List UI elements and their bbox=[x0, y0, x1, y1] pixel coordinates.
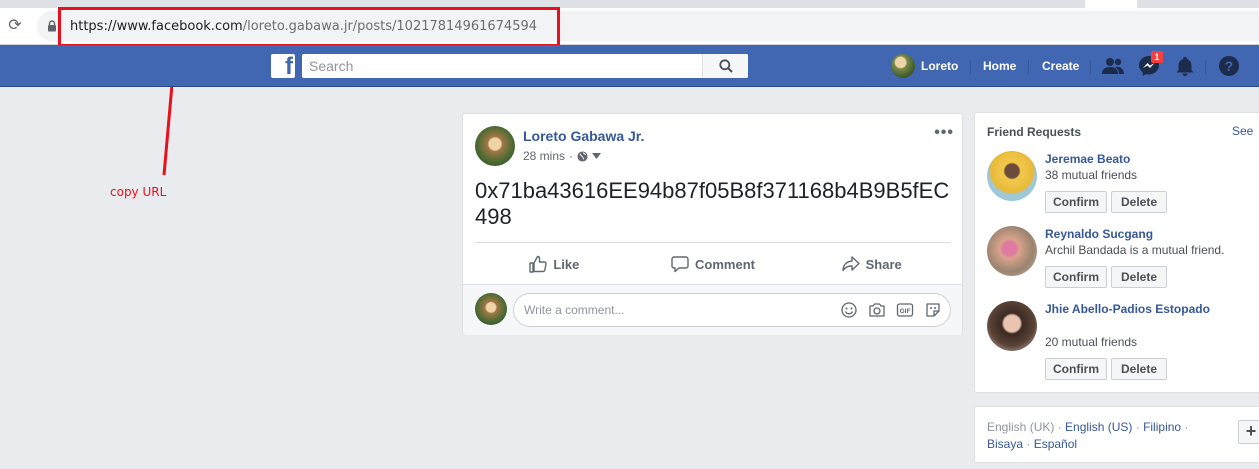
language-line-2: Bisaya · Español bbox=[987, 437, 1077, 451]
current-language: English (UK) bbox=[987, 420, 1055, 434]
comment-box: GIF bbox=[513, 293, 951, 327]
post-text: 0x71ba43616EE94b87f05B8f371168b4B9B5fEC4… bbox=[475, 178, 950, 229]
comment-composer: GIF bbox=[463, 284, 962, 335]
address-bar[interactable]: https://www.facebook.com/loreto.gabawa.j… bbox=[37, 7, 1259, 47]
friend-requests-title: Friend Requests bbox=[987, 125, 1082, 139]
like-button[interactable]: Like bbox=[475, 244, 634, 284]
active-tab[interactable] bbox=[1085, 0, 1137, 8]
language-link[interactable]: Bisaya bbox=[987, 437, 1023, 451]
meta-dot: · bbox=[569, 149, 574, 163]
camera-icon[interactable] bbox=[868, 300, 886, 320]
requester-name[interactable]: Jeremae Beato bbox=[1045, 151, 1255, 168]
browser-toolbar: ⟳ https://www.facebook.com/loreto.gabawa… bbox=[0, 7, 1259, 47]
comment-button[interactable]: Comment bbox=[634, 244, 793, 284]
friend-requests-panel: Friend Requests See Jeremae Beato 38 mut… bbox=[974, 112, 1259, 393]
copy-url-note: copy URL bbox=[110, 185, 167, 199]
lang-sep: · bbox=[1023, 437, 1034, 451]
language-panel: English (UK) · English (US) · Filipino ·… bbox=[974, 406, 1259, 463]
post-options-icon[interactable]: ••• bbox=[934, 124, 954, 142]
lang-sep: · bbox=[1054, 420, 1066, 434]
post-card: Loreto Gabawa Jr. 28 mins · ••• 0x71ba43… bbox=[462, 113, 963, 335]
search-input[interactable] bbox=[302, 54, 702, 78]
nav-divider bbox=[970, 60, 971, 74]
mutual-friends[interactable]: 38 mutual friends bbox=[1045, 168, 1137, 182]
post-timestamp[interactable]: 28 mins bbox=[523, 149, 565, 163]
like-label: Like bbox=[553, 256, 580, 272]
nav-divider bbox=[1028, 60, 1029, 74]
profile-link[interactable]: Loreto bbox=[891, 54, 958, 78]
mutual-friends[interactable]: Archil Bandada is a mutual friend. bbox=[1045, 243, 1224, 257]
comment-icon bbox=[671, 256, 689, 273]
see-all-link[interactable]: See bbox=[1232, 124, 1253, 138]
share-button[interactable]: Share bbox=[792, 244, 951, 284]
profile-name: Loreto bbox=[921, 59, 959, 73]
nav-divider bbox=[1090, 60, 1091, 74]
lang-sep: · bbox=[1132, 420, 1144, 434]
mutual-friends[interactable]: 20 mutual friends bbox=[1045, 335, 1137, 349]
sticker-icon[interactable] bbox=[924, 300, 942, 320]
user-avatar bbox=[891, 54, 915, 78]
lang-sep: · bbox=[1181, 420, 1189, 434]
confirm-button[interactable]: Confirm bbox=[1045, 266, 1107, 288]
svg-text:?: ? bbox=[1225, 58, 1234, 74]
language-link[interactable]: Filipino bbox=[1143, 420, 1181, 434]
messages-badge: 1 bbox=[1151, 51, 1163, 63]
delete-button[interactable]: Delete bbox=[1111, 358, 1167, 380]
nav-divider bbox=[1205, 60, 1206, 74]
facebook-topbar: f Loreto Home Create 1 ? bbox=[0, 45, 1259, 87]
language-link[interactable]: Español bbox=[1034, 437, 1077, 451]
url-highlight-box bbox=[58, 7, 560, 47]
reload-icon[interactable]: ⟳ bbox=[6, 16, 24, 34]
author-avatar[interactable] bbox=[475, 126, 515, 166]
requester-avatar[interactable] bbox=[987, 301, 1037, 351]
gif-icon[interactable]: GIF bbox=[896, 300, 914, 320]
post-divider bbox=[475, 242, 951, 243]
create-link[interactable]: Create bbox=[1042, 54, 1079, 78]
search-icon bbox=[718, 59, 733, 73]
audience-dropdown-icon[interactable] bbox=[592, 153, 602, 159]
emoji-icon[interactable] bbox=[840, 300, 858, 320]
comment-label: Comment bbox=[695, 256, 755, 272]
post-actions: Like Comment Share bbox=[475, 244, 951, 284]
more-languages-button[interactable]: + bbox=[1238, 420, 1259, 444]
like-icon bbox=[529, 255, 548, 273]
confirm-button[interactable]: Confirm bbox=[1045, 191, 1107, 213]
help-icon[interactable]: ? bbox=[1217, 54, 1241, 78]
facebook-logo-icon[interactable]: f bbox=[271, 53, 295, 80]
home-link[interactable]: Home bbox=[983, 54, 1016, 78]
logo-letter: f bbox=[285, 53, 293, 80]
comment-tools: GIF bbox=[840, 300, 942, 320]
language-line-1: English (UK) · English (US) · Filipino · bbox=[987, 420, 1188, 434]
confirm-button[interactable]: Confirm bbox=[1045, 358, 1107, 380]
requester-name[interactable]: Jhie Abello-Padios Estopado bbox=[1045, 301, 1255, 318]
messenger-icon[interactable]: 1 bbox=[1137, 51, 1163, 78]
share-icon bbox=[841, 256, 860, 272]
svg-text:GIF: GIF bbox=[900, 308, 911, 315]
friend-requests-icon[interactable] bbox=[1101, 54, 1125, 78]
search-button[interactable] bbox=[702, 54, 748, 78]
share-label: Share bbox=[865, 256, 902, 272]
delete-button[interactable]: Delete bbox=[1111, 266, 1167, 288]
commenter-avatar[interactable] bbox=[475, 293, 507, 325]
lock-icon[interactable] bbox=[47, 20, 57, 32]
requester-name[interactable]: Reynaldo Sucgang bbox=[1045, 226, 1255, 243]
globe-icon bbox=[577, 150, 588, 162]
requester-avatar[interactable] bbox=[987, 226, 1037, 276]
comment-input[interactable] bbox=[524, 294, 824, 326]
search-bar bbox=[302, 54, 748, 78]
delete-button[interactable]: Delete bbox=[1111, 191, 1167, 213]
notifications-bell-icon[interactable] bbox=[1173, 54, 1197, 78]
language-link[interactable]: English (US) bbox=[1065, 420, 1132, 434]
requester-avatar[interactable] bbox=[987, 151, 1037, 201]
post-author[interactable]: Loreto Gabawa Jr. bbox=[523, 128, 644, 144]
post-meta: 28 mins · bbox=[523, 149, 602, 163]
